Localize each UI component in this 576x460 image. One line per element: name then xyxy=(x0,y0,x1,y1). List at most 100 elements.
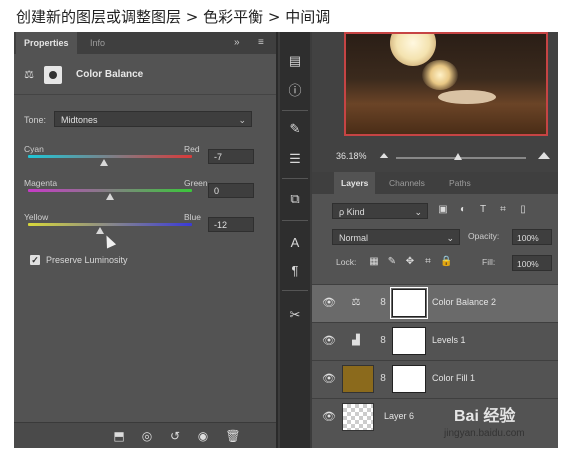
divider xyxy=(282,178,308,179)
panel-title: Color Balance xyxy=(76,69,144,80)
zoom-in-icon[interactable] xyxy=(538,152,550,159)
type-filter-icon[interactable]: T xyxy=(476,203,490,217)
histogram-icon[interactable]: ▤ xyxy=(284,50,306,72)
layer-name: Levels 1 xyxy=(432,335,466,345)
tab-properties[interactable]: Properties xyxy=(16,32,77,54)
lock-artboard-icon[interactable]: ⌗ xyxy=(422,255,434,269)
magenta-green-track[interactable] xyxy=(28,189,192,192)
layer-row[interactable]: 👁 8 Color Fill 1 xyxy=(312,360,558,398)
panel-menu-button[interactable]: ≡ xyxy=(258,32,264,54)
pixel-filter-icon[interactable]: ▣ xyxy=(436,203,450,217)
lock-all-icon[interactable]: 🔒 xyxy=(440,255,452,269)
view-previous-state-icon[interactable]: ◎ xyxy=(138,428,156,444)
magenta-green-value-field[interactable]: 0 xyxy=(208,183,254,198)
character-icon[interactable]: A xyxy=(284,232,306,254)
adjust-sliders-icon[interactable]: ☰ xyxy=(284,148,306,170)
layer-row[interactable]: 👁 ▟ 8 Levels 1 xyxy=(312,322,558,360)
link-icon[interactable]: 8 xyxy=(378,334,388,348)
link-icon[interactable]: 8 xyxy=(378,372,388,386)
lock-image-icon[interactable]: ✎ xyxy=(386,255,398,269)
slider-left-label: Yellow xyxy=(24,212,49,222)
eye-icon[interactable]: 👁 xyxy=(322,296,336,310)
blend-mode-value: Normal xyxy=(339,233,369,243)
eye-icon[interactable]: 👁 xyxy=(322,410,336,424)
eye-icon[interactable]: 👁 xyxy=(322,334,336,348)
right-panels: 36.18% Layers Channels Paths ρ Kind ⌄ ▣ … xyxy=(312,32,558,448)
lock-position-icon[interactable]: ✥ xyxy=(404,255,416,269)
opacity-label: Opacity: xyxy=(468,231,500,241)
clip-to-layer-icon[interactable]: ⬒ xyxy=(110,428,128,444)
layer-mask-thumbnail[interactable] xyxy=(390,287,428,319)
magenta-green-thumb[interactable] xyxy=(106,193,114,200)
collapse-panel-button[interactable]: » xyxy=(234,32,240,54)
blend-mode-select[interactable]: Normal ⌄ xyxy=(332,229,460,245)
brush-preset-icon[interactable]: ✎ xyxy=(284,118,306,140)
fill-label: Fill: xyxy=(482,257,496,267)
yellow-blue-track[interactable] xyxy=(28,223,192,226)
layer-mask-thumbnail[interactable] xyxy=(392,365,426,393)
properties-footer: ⬒ ◎ ↺ ◉ 🗑 xyxy=(14,422,276,448)
clone-source-icon[interactable]: ⧉ xyxy=(284,188,306,210)
zoom-out-icon[interactable] xyxy=(379,153,389,158)
smart-object-filter-icon[interactable]: ▯ xyxy=(516,203,530,217)
slider-right-label: Red xyxy=(184,144,200,154)
shape-filter-icon[interactable]: ⌗ xyxy=(496,203,510,217)
layer-thumbnail[interactable] xyxy=(342,403,374,431)
chevron-down-icon: ⌄ xyxy=(414,207,422,217)
tab-paths[interactable]: Paths xyxy=(442,172,478,194)
balance-scale-icon: ⚖ xyxy=(24,69,34,81)
divider xyxy=(282,110,308,111)
tone-label: Tone: xyxy=(24,115,47,125)
navigator-preview[interactable] xyxy=(344,32,548,136)
info-icon[interactable]: ⓘ xyxy=(284,80,306,102)
lock-transparency-icon[interactable]: ▦ xyxy=(368,255,380,269)
tab-channels[interactable]: Channels xyxy=(382,172,432,194)
blend-row: Normal ⌄ Opacity: 100% xyxy=(312,226,558,248)
animal-image xyxy=(438,90,496,104)
divider xyxy=(282,220,308,221)
paragraph-icon[interactable]: ¶ xyxy=(284,260,306,282)
visibility-icon[interactable]: ◉ xyxy=(194,428,212,444)
mask-icon[interactable] xyxy=(44,66,62,84)
caption-text: 创建新的图层或调整图层 > 色彩平衡 > 中间调 xyxy=(16,8,331,26)
cyan-red-track[interactable] xyxy=(28,155,192,158)
zoom-slider-thumb[interactable] xyxy=(454,153,462,160)
yellow-blue-value-field[interactable]: -12 xyxy=(208,217,254,232)
tone-select[interactable]: Midtones ⌄ xyxy=(54,111,252,127)
slider-left-label: Magenta xyxy=(24,178,58,188)
divider xyxy=(282,290,308,291)
kind-filter-select[interactable]: ρ Kind ⌄ xyxy=(332,203,428,219)
tab-info[interactable]: Info xyxy=(82,32,113,54)
photoshop-screenshot: Properties Info » ≡ ⚖ Color Balance Tone… xyxy=(14,32,558,448)
eye-icon[interactable]: 👁 xyxy=(322,372,336,386)
slider-right-label: Blue xyxy=(184,212,202,222)
lock-label: Lock: xyxy=(336,257,357,267)
fill-field[interactable]: 100% xyxy=(512,255,552,271)
watermark-logo-text: Bai 经验 xyxy=(454,408,516,425)
moon-image xyxy=(390,34,436,66)
adjustment-filter-icon[interactable]: ◐ xyxy=(456,203,470,217)
cyan-red-thumb[interactable] xyxy=(100,159,109,166)
layer-filter-row: ρ Kind ⌄ ▣ ◐ T ⌗ ▯ xyxy=(312,200,558,222)
cyan-red-value-field[interactable]: -7 xyxy=(208,149,254,164)
zoom-level[interactable]: 36.18% xyxy=(336,151,367,161)
delete-icon[interactable]: 🗑 xyxy=(224,428,242,444)
yellow-blue-thumb[interactable] xyxy=(96,227,105,234)
tab-layers[interactable]: Layers xyxy=(334,172,376,194)
yellow-blue-slider-row: Yellow Blue -12 xyxy=(24,212,254,246)
tools-icon[interactable]: ✂ xyxy=(284,304,306,326)
baidu-watermark: Bai 经验 jingyan.baidu.com xyxy=(434,396,564,448)
chevron-down-icon: ⌄ xyxy=(446,233,454,243)
layer-row[interactable]: 👁 ⚖ 8 Color Balance 2 xyxy=(312,284,558,322)
kind-filter-value: ρ Kind xyxy=(339,207,365,217)
layer-mask-thumbnail[interactable] xyxy=(392,327,426,355)
opacity-field[interactable]: 100% xyxy=(512,229,552,245)
levels-icon: ▟ xyxy=(352,335,360,346)
cyan-red-slider-row: Cyan Red -7 xyxy=(24,144,254,178)
reset-icon[interactable]: ↺ xyxy=(166,428,184,444)
layers-tab-bar: Layers Channels Paths xyxy=(312,172,558,194)
link-icon[interactable]: 8 xyxy=(378,296,388,310)
fill-color-thumbnail[interactable] xyxy=(342,365,374,393)
properties-panel: Properties Info » ≡ ⚖ Color Balance Tone… xyxy=(14,32,278,448)
checkmark-icon: ✓ xyxy=(30,255,40,265)
